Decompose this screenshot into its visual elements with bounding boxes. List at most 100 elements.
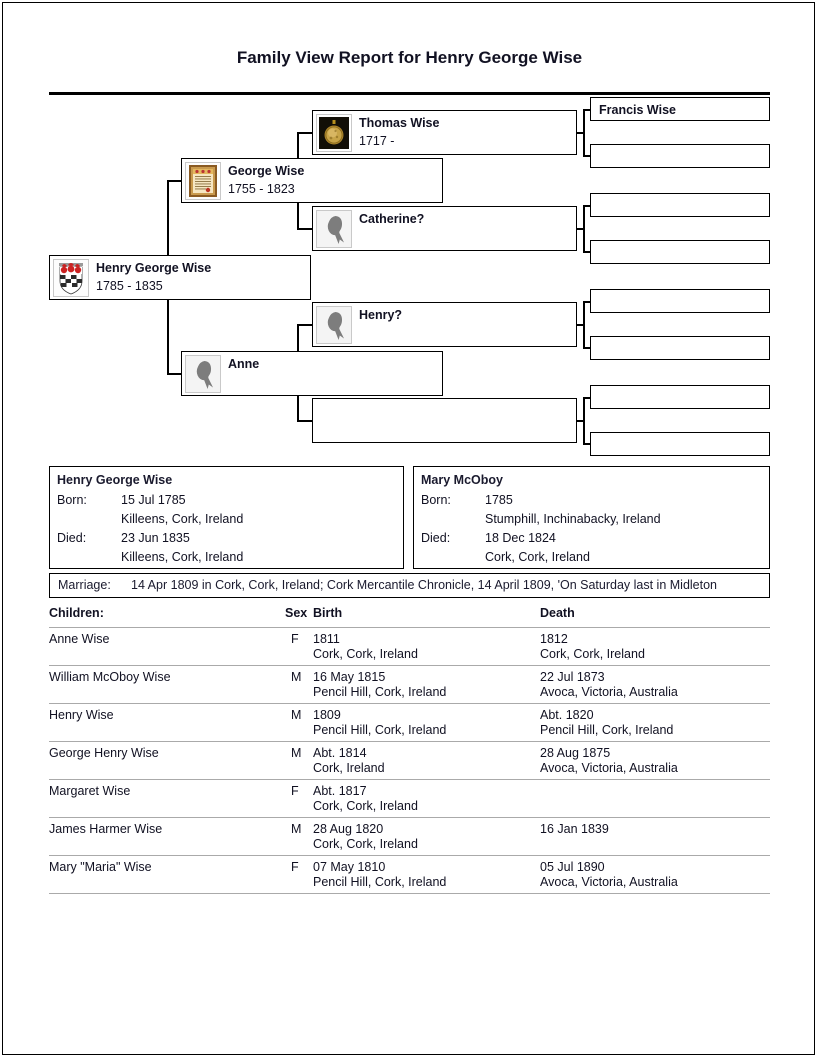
child-sex: M bbox=[291, 746, 302, 760]
died-label: Died: bbox=[421, 531, 451, 545]
column-header-birth: Birth bbox=[313, 606, 343, 620]
child-sex: M bbox=[291, 670, 302, 684]
tree-node-name: Henry George Wise bbox=[96, 261, 212, 275]
gold-medal-icon bbox=[316, 114, 352, 152]
connector-line bbox=[297, 228, 313, 230]
born-label: Born: bbox=[57, 493, 87, 507]
tree-node-empty-8[interactable] bbox=[590, 432, 770, 456]
tree-node-name: Anne bbox=[228, 357, 260, 371]
child-birth-place: Cork, Cork, Ireland bbox=[313, 799, 418, 813]
tree-node-empty-6[interactable] bbox=[590, 336, 770, 360]
child-death-place: Avoca, Victoria, Australia bbox=[540, 761, 678, 775]
child-sex: M bbox=[291, 708, 302, 722]
tree-node-catherine[interactable]: Catherine? bbox=[312, 206, 577, 251]
child-death-date: 05 Jul 1890 bbox=[540, 860, 605, 874]
child-sex: F bbox=[291, 632, 299, 646]
table-bottom-rule bbox=[49, 893, 770, 894]
framed-certificate-icon bbox=[185, 162, 221, 200]
tree-node-henry-unknown[interactable]: Henry? bbox=[312, 302, 577, 347]
tree-node-empty-7[interactable] bbox=[590, 385, 770, 409]
tree-node-empty-anne-spouse[interactable] bbox=[312, 398, 577, 443]
died-date: 18 Dec 1824 bbox=[485, 531, 556, 545]
connector-line bbox=[297, 132, 313, 134]
marriage-row: Marriage: 14 Apr 1809 in Cork, Cork, Ire… bbox=[49, 573, 770, 598]
table-row[interactable]: Anne Wise F 1811 Cork, Cork, Ireland 181… bbox=[49, 627, 770, 665]
tree-node-george-wise[interactable]: George Wise 1755 - 1823 bbox=[181, 158, 443, 203]
child-birth-place: Pencil Hill, Cork, Ireland bbox=[313, 723, 447, 737]
tree-node-henry-george-wise[interactable]: Henry George Wise 1785 - 1835 bbox=[49, 255, 311, 300]
child-name: William McOboy Wise bbox=[49, 670, 171, 684]
child-name: Henry Wise bbox=[49, 708, 114, 722]
tree-node-empty-3[interactable] bbox=[590, 193, 770, 217]
child-death-place: Pencil Hill, Cork, Ireland bbox=[540, 723, 674, 737]
column-header-children: Children: bbox=[49, 606, 104, 620]
child-birth-date: 1809 bbox=[313, 708, 341, 722]
pedigree-tree: Henry George Wise 1785 - 1835 George Wis… bbox=[0, 0, 818, 460]
child-sex: F bbox=[291, 784, 299, 798]
child-name: Mary "Maria" Wise bbox=[49, 860, 152, 874]
child-birth-place: Cork, Cork, Ireland bbox=[313, 837, 418, 851]
born-label: Born: bbox=[421, 493, 451, 507]
silhouette-icon bbox=[185, 355, 221, 393]
child-name: George Henry Wise bbox=[49, 746, 159, 760]
table-row[interactable]: William McOboy Wise M 16 May 1815 Pencil… bbox=[49, 665, 770, 703]
child-death-place: Avoca, Victoria, Australia bbox=[540, 685, 678, 699]
tree-node-name: George Wise bbox=[228, 164, 305, 178]
table-row[interactable]: Henry Wise M 1809 Pencil Hill, Cork, Ire… bbox=[49, 703, 770, 741]
marriage-label: Marriage: bbox=[58, 578, 111, 592]
spouse-detail: Mary McOboy Born: 1785 Stumphill, Inchin… bbox=[413, 466, 770, 569]
tree-node-empty-2[interactable] bbox=[590, 144, 770, 168]
tree-node-name: Catherine? bbox=[359, 212, 425, 226]
child-death-date: 1812 bbox=[540, 632, 568, 646]
tree-node-name: Francis Wise bbox=[599, 103, 677, 117]
child-death-place: Cork, Cork, Ireland bbox=[540, 647, 645, 661]
tree-node-empty-5[interactable] bbox=[590, 289, 770, 313]
table-row[interactable]: George Henry Wise M Abt. 1814 Cork, Irel… bbox=[49, 741, 770, 779]
child-birth-date: 1811 bbox=[313, 632, 340, 646]
tree-node-name: Henry? bbox=[359, 308, 403, 322]
child-birth-date: Abt. 1817 bbox=[313, 784, 367, 798]
table-row[interactable]: Mary "Maria" Wise F 07 May 1810 Pencil H… bbox=[49, 855, 770, 893]
marriage-details: 14 Apr 1809 in Cork, Cork, Ireland; Cork… bbox=[131, 578, 718, 592]
child-name: James Harmer Wise bbox=[49, 822, 163, 836]
tree-node-dates: 1717 - bbox=[359, 134, 395, 148]
column-header-death: Death bbox=[540, 606, 575, 620]
child-sex: F bbox=[291, 860, 299, 874]
primary-person-name: Henry George Wise bbox=[57, 473, 173, 487]
died-place: Killeens, Cork, Ireland bbox=[121, 550, 244, 564]
born-place: Stumphill, Inchinabacky, Ireland bbox=[485, 512, 661, 526]
child-birth-date: Abt. 1814 bbox=[313, 746, 367, 760]
child-name: Margaret Wise bbox=[49, 784, 131, 798]
child-death-date: Abt. 1820 bbox=[540, 708, 594, 722]
spouse-name: Mary McOboy bbox=[421, 473, 503, 487]
child-sex: M bbox=[291, 822, 302, 836]
child-birth-date: 07 May 1810 bbox=[313, 860, 386, 874]
born-date: 1785 bbox=[485, 493, 513, 507]
children-table-header: Children: Sex Birth Death bbox=[49, 606, 770, 627]
tree-node-francis-wise[interactable]: Francis Wise bbox=[590, 97, 770, 121]
child-birth-place: Cork, Ireland bbox=[313, 761, 385, 775]
died-label: Died: bbox=[57, 531, 87, 545]
tree-node-thomas-wise[interactable]: Thomas Wise 1717 - bbox=[312, 110, 577, 155]
children-table: Children: Sex Birth Death Anne Wise F 18… bbox=[49, 606, 770, 894]
column-header-sex: Sex bbox=[285, 606, 308, 620]
child-name: Anne Wise bbox=[49, 632, 110, 646]
primary-person-detail: Henry George Wise Born: 15 Jul 1785 Kill… bbox=[49, 466, 404, 569]
connector-line bbox=[297, 324, 313, 326]
born-date: 15 Jul 1785 bbox=[121, 493, 186, 507]
connector-line bbox=[297, 420, 313, 422]
born-place: Killeens, Cork, Ireland bbox=[121, 512, 244, 526]
child-death-place: Avoca, Victoria, Australia bbox=[540, 875, 678, 889]
tree-node-anne[interactable]: Anne bbox=[181, 351, 443, 396]
tree-node-empty-4[interactable] bbox=[590, 240, 770, 264]
died-date: 23 Jun 1835 bbox=[121, 531, 190, 545]
table-row[interactable]: Margaret Wise F Abt. 1817 Cork, Cork, Ir… bbox=[49, 779, 770, 817]
table-row[interactable]: James Harmer Wise M 28 Aug 1820 Cork, Co… bbox=[49, 817, 770, 855]
tree-node-name: Thomas Wise bbox=[359, 116, 440, 130]
child-birth-place: Cork, Cork, Ireland bbox=[313, 647, 418, 661]
tree-node-dates: 1755 - 1823 bbox=[228, 182, 295, 196]
child-death-date: 22 Jul 1873 bbox=[540, 670, 605, 684]
child-birth-date: 28 Aug 1820 bbox=[313, 822, 384, 836]
silhouette-icon bbox=[316, 306, 352, 344]
child-death-date: 28 Aug 1875 bbox=[540, 746, 611, 760]
